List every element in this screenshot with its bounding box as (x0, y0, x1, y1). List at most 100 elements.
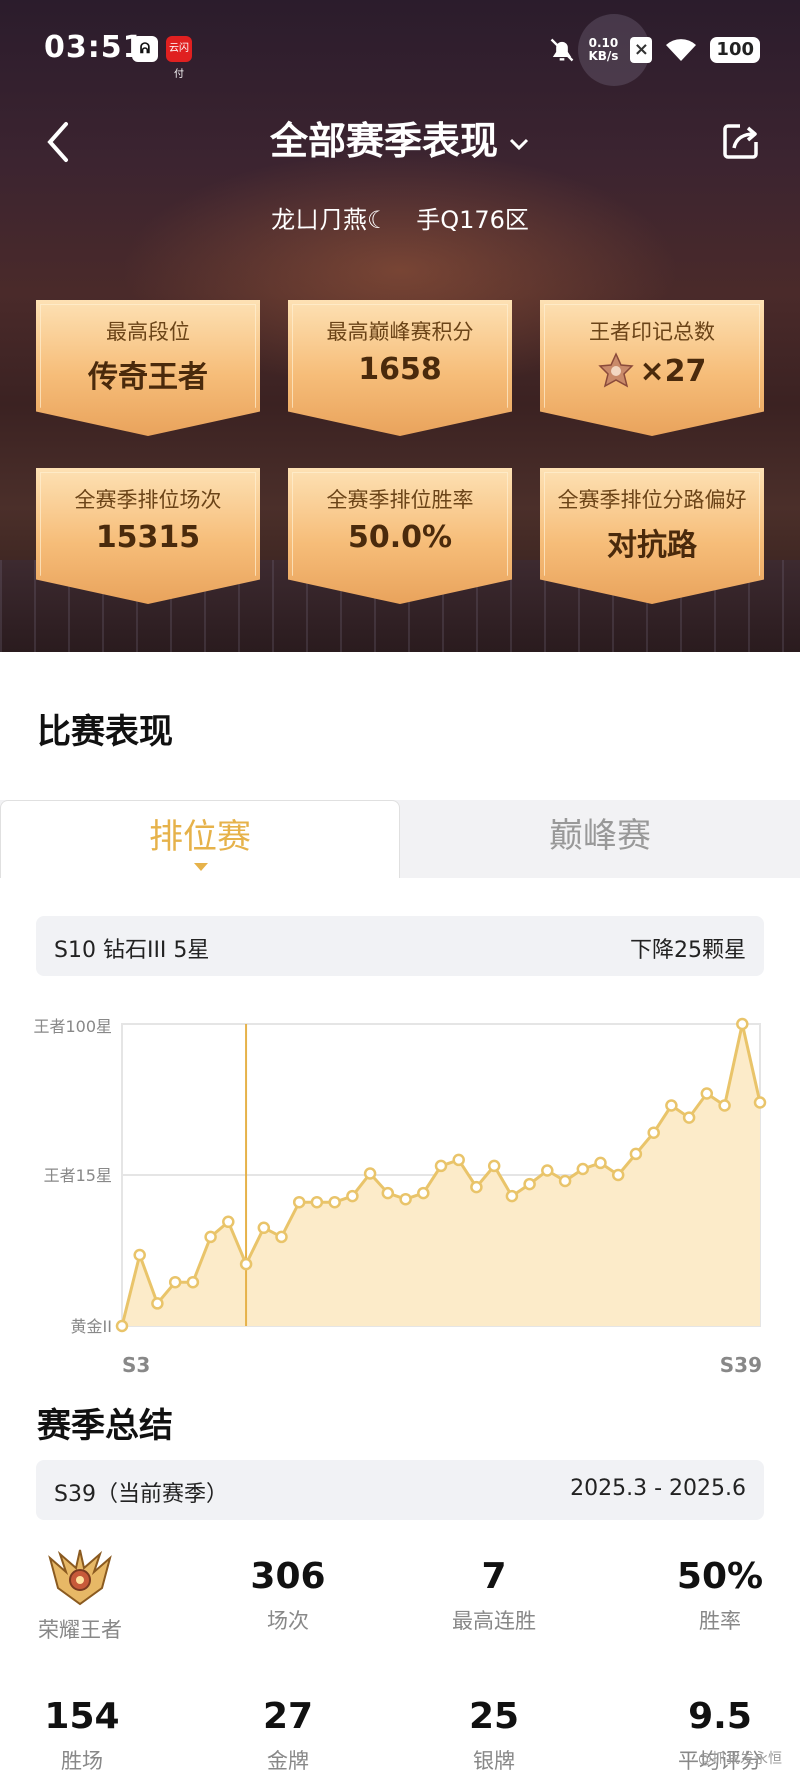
season-summary-title: 赛季总结 (37, 1406, 173, 1446)
data-point[interactable] (133, 1248, 146, 1262)
data-point[interactable] (700, 1087, 714, 1100)
card-value: 15315 (95, 520, 201, 555)
no-sim-icon: × (630, 37, 653, 63)
stat-value: 27 (262, 1696, 314, 1737)
unionpay-notification-icon: 云闪付 (166, 36, 192, 80)
tab-label: 巅峰赛 (549, 816, 651, 856)
current-season-bar: S39（当前赛季） 2025.3 - 2025.6 (36, 1460, 764, 1520)
data-point[interactable] (470, 1180, 483, 1194)
card-lane-preference: 全赛季排位分路偏好 对抗路 (540, 468, 764, 604)
stat-label: 金牌 (267, 1749, 309, 1773)
data-point[interactable] (399, 1192, 412, 1206)
stat-value: 154 (44, 1696, 120, 1737)
data-point[interactable] (665, 1099, 678, 1112)
stat-win-rate: 50% 胜率 (630, 1556, 800, 1635)
status-bar: 03:51 ᕱ 云闪付 0.10 KB/s × 100 (0, 22, 800, 80)
stat-label: 胜率 (699, 1609, 741, 1633)
stat-value: 7 (481, 1556, 507, 1597)
data-point[interactable] (452, 1153, 465, 1167)
data-point[interactable] (115, 1319, 129, 1333)
player-name: 龙ㄩ⺆燕☾ (271, 206, 389, 234)
match-type-tabs: 排位赛 巅峰赛 (0, 800, 800, 878)
x-tick-label-start: S3 (122, 1353, 150, 1377)
card-label: 王者印记总数 (589, 320, 715, 344)
card-highest-rank: 最高段位 传奇王者 (36, 300, 260, 436)
card-total-ranked-games: 全赛季排位场次 15315 (36, 468, 260, 604)
stat-gold-medals: 27 金牌 (198, 1696, 378, 1775)
selected-season-change: 下降25颗星 (630, 938, 746, 963)
watermark: @抓我发永恒 (698, 1751, 782, 1767)
data-point[interactable] (541, 1164, 554, 1177)
x-tick-label-end: S39 (720, 1353, 762, 1377)
stat-value: 9.5 (688, 1696, 752, 1737)
stat-label: 银牌 (473, 1749, 515, 1773)
data-point[interactable] (647, 1126, 660, 1139)
mute-bell-icon (551, 38, 574, 62)
data-point[interactable] (736, 1017, 749, 1031)
chevron-down-icon (509, 138, 529, 150)
share-icon[interactable] (720, 120, 762, 162)
stat-games: 306 场次 (198, 1556, 378, 1635)
data-point[interactable] (558, 1174, 572, 1188)
data-point[interactable] (434, 1159, 448, 1173)
data-point[interactable] (204, 1230, 217, 1244)
data-point[interactable] (292, 1195, 306, 1209)
network-speed-unit: KB/s (588, 49, 619, 63)
king-mark-icon (597, 352, 634, 388)
data-point[interactable] (611, 1168, 625, 1182)
y-tick-label-top: 王者100星 (33, 1017, 112, 1036)
data-point[interactable] (753, 1096, 767, 1109)
card-value: 对抗路 (607, 528, 697, 563)
data-point[interactable] (505, 1189, 519, 1203)
stat-label: 最高连胜 (452, 1609, 536, 1633)
network-speed: 0.10 KB/s (588, 37, 618, 63)
current-season-dates: 2025.3 - 2025.6 (570, 1476, 746, 1501)
data-point[interactable] (222, 1215, 235, 1229)
stat-label: 场次 (267, 1609, 309, 1633)
data-point[interactable] (629, 1147, 643, 1161)
data-point[interactable] (381, 1186, 395, 1200)
stat-max-streak: 7 最高连胜 (404, 1556, 584, 1635)
rank-history-chart[interactable]: 王者100星 王者15星 黄金II S3 S39 (0, 1000, 800, 1390)
status-time: 03:51 (44, 30, 145, 65)
data-point[interactable] (576, 1162, 590, 1176)
qq-notification-icon: ᕱ (132, 36, 158, 62)
card-value: 50.0% (347, 520, 453, 555)
page: 03:51 ᕱ 云闪付 0.10 KB/s × 100 全部赛季表现 龙ㄩ⺆燕☾ (0, 0, 800, 1778)
data-point[interactable] (523, 1177, 536, 1191)
card-label: 全赛季排位分路偏好 (557, 488, 747, 512)
data-point[interactable] (310, 1195, 324, 1209)
wifi-icon (666, 39, 697, 61)
status-right-group: 0.10 KB/s × 100 (548, 32, 760, 68)
data-point[interactable] (328, 1195, 341, 1209)
stat-value: 50% (676, 1556, 764, 1597)
data-point[interactable] (275, 1230, 288, 1244)
card-label: 全赛季排位胜率 (326, 488, 474, 512)
data-point[interactable] (186, 1275, 200, 1289)
stat-value: 306 (250, 1556, 326, 1597)
data-point[interactable] (363, 1167, 377, 1180)
data-point[interactable] (257, 1221, 271, 1235)
page-title: 全部赛季表现 (269, 119, 498, 163)
tab-peak[interactable]: 巅峰赛 (400, 800, 800, 878)
stat-value: 25 (468, 1696, 520, 1737)
data-point[interactable] (417, 1186, 430, 1200)
season-scope-dropdown[interactable]: 全部赛季表现 (0, 110, 800, 165)
player-info: 龙ㄩ⺆燕☾ 手Q176区 (0, 200, 800, 235)
data-point[interactable] (151, 1297, 164, 1310)
card-label: 全赛季排位场次 (74, 488, 222, 512)
data-point[interactable] (718, 1099, 731, 1112)
data-point[interactable] (487, 1159, 501, 1173)
y-tick-label-mid: 王者15星 (44, 1166, 112, 1185)
tab-ranked[interactable]: 排位赛 (0, 800, 400, 878)
selected-season-info: S10 钻石III 5星 下降25颗星 (36, 916, 764, 976)
data-point[interactable] (239, 1257, 253, 1271)
card-ranked-win-rate: 全赛季排位胜率 50.0% (288, 468, 512, 604)
data-point[interactable] (682, 1111, 696, 1124)
card-value: 1658 (358, 352, 442, 387)
glorious-king-emblem-icon (48, 1549, 112, 1606)
data-point[interactable] (346, 1189, 359, 1203)
data-point[interactable] (168, 1275, 182, 1289)
data-point[interactable] (594, 1156, 607, 1170)
server-name: 手Q176区 (416, 206, 529, 234)
